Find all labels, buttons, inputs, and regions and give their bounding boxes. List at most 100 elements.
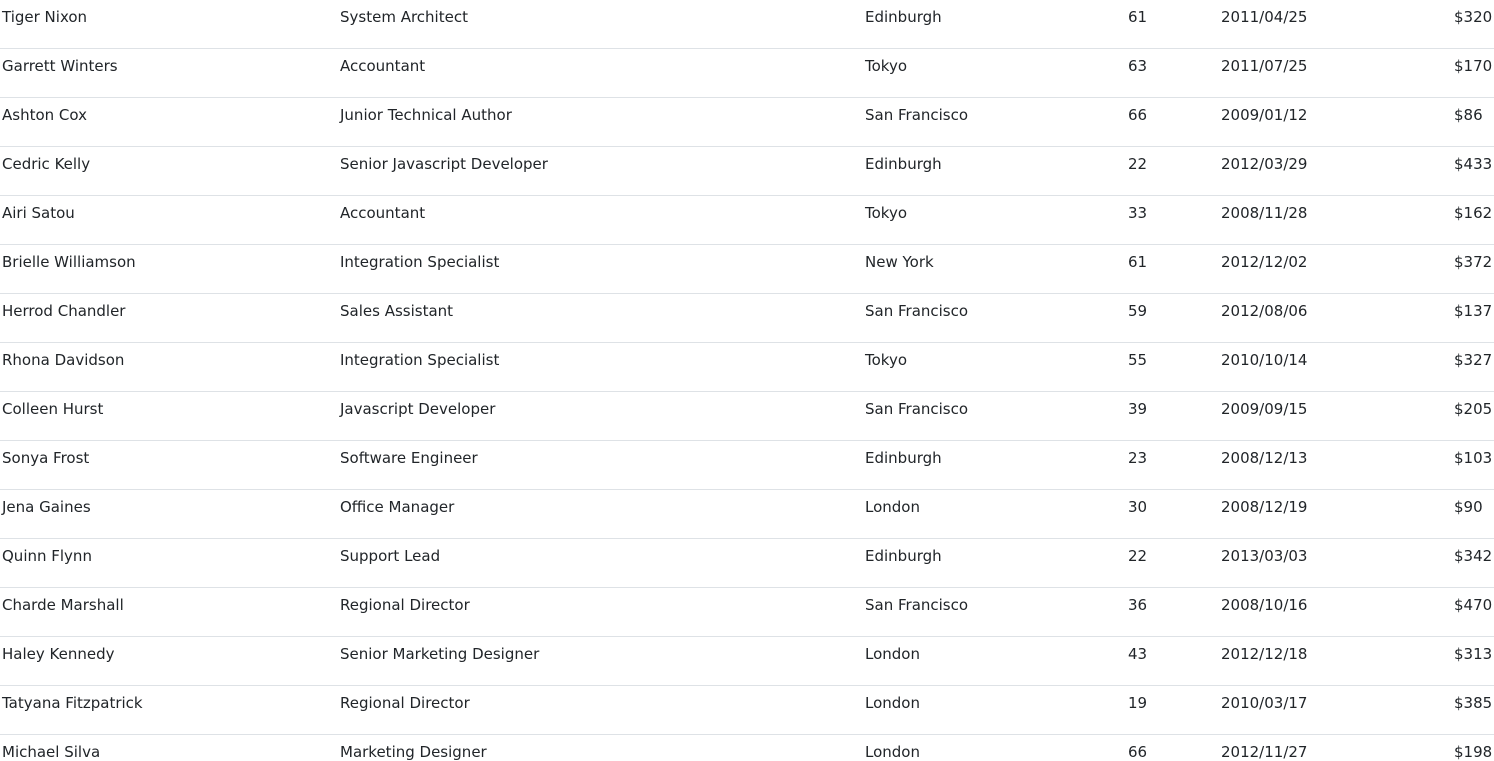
salary-cell: $198: [1454, 743, 1493, 761]
start-date-cell: 2012/03/29: [1221, 155, 1308, 173]
table-row: Tiger Nixon System Architect Edinburgh 6…: [0, 0, 1494, 49]
salary-cell: $433: [1454, 155, 1493, 173]
age-cell: 66: [1128, 743, 1148, 761]
age-cell: 66: [1128, 106, 1148, 124]
position-cell: Office Manager: [340, 498, 455, 516]
start-date-cell: 2010/10/14: [1221, 351, 1308, 369]
position-cell: Support Lead: [340, 547, 441, 565]
name-cell: Sonya Frost: [2, 449, 90, 467]
table-row: Cedric Kelly Senior Javascript Developer…: [0, 147, 1494, 196]
age-cell: 36: [1128, 596, 1148, 614]
name-cell: Brielle Williamson: [2, 253, 136, 271]
name-cell: Colleen Hurst: [2, 400, 104, 418]
table-row: Herrod Chandler Sales Assistant San Fran…: [0, 294, 1494, 343]
start-date-cell: 2011/07/25: [1221, 57, 1308, 75]
office-cell: London: [865, 645, 920, 663]
table-row: Charde Marshall Regional Director San Fr…: [0, 588, 1494, 637]
position-cell: Accountant: [340, 57, 426, 75]
name-cell: Jena Gaines: [2, 498, 91, 516]
age-cell: 22: [1128, 155, 1148, 173]
name-cell: Charde Marshall: [2, 596, 124, 614]
age-cell: 61: [1128, 8, 1148, 26]
table-row: Colleen Hurst Javascript Developer San F…: [0, 392, 1494, 441]
office-cell: Tokyo: [865, 351, 907, 369]
salary-cell: $205: [1454, 400, 1493, 418]
start-date-cell: 2008/12/13: [1221, 449, 1308, 467]
office-cell: Edinburgh: [865, 547, 942, 565]
name-cell: Ashton Cox: [2, 106, 87, 124]
name-cell: Tiger Nixon: [2, 8, 88, 26]
salary-cell: $385: [1454, 694, 1493, 712]
name-cell: Herrod Chandler: [2, 302, 126, 320]
name-cell: Quinn Flynn: [2, 547, 92, 565]
office-cell: Tokyo: [865, 57, 907, 75]
salary-cell: $137: [1454, 302, 1493, 320]
office-cell: San Francisco: [865, 400, 969, 418]
table-row: Haley Kennedy Senior Marketing Designer …: [0, 637, 1494, 686]
salary-cell: $162: [1454, 204, 1493, 222]
position-cell: Software Engineer: [340, 449, 478, 467]
name-cell: Haley Kennedy: [2, 645, 115, 663]
age-cell: 19: [1128, 694, 1148, 712]
office-cell: San Francisco: [865, 596, 969, 614]
start-date-cell: 2008/10/16: [1221, 596, 1308, 614]
salary-cell: $103: [1454, 449, 1493, 467]
table-row: Airi Satou Accountant Tokyo 33 2008/11/2…: [0, 196, 1494, 245]
salary-cell: $342: [1454, 547, 1493, 565]
age-cell: 43: [1128, 645, 1148, 663]
table-row: Rhona Davidson Integration Specialist To…: [0, 343, 1494, 392]
start-date-cell: 2009/01/12: [1221, 106, 1308, 124]
name-cell: Airi Satou: [2, 204, 75, 222]
age-cell: 63: [1128, 57, 1148, 75]
start-date-cell: 2013/03/03: [1221, 547, 1308, 565]
table-row: Brielle Williamson Integration Specialis…: [0, 245, 1494, 294]
age-cell: 22: [1128, 547, 1148, 565]
office-cell: Edinburgh: [865, 155, 942, 173]
start-date-cell: 2012/12/18: [1221, 645, 1308, 663]
table-row: Garrett Winters Accountant Tokyo 63 2011…: [0, 49, 1494, 98]
start-date-cell: 2012/12/02: [1221, 253, 1308, 271]
start-date-cell: 2011/04/25: [1221, 8, 1308, 26]
office-cell: London: [865, 743, 920, 761]
position-cell: Accountant: [340, 204, 426, 222]
salary-cell: $313: [1454, 645, 1493, 663]
office-cell: London: [865, 498, 920, 516]
table-row: Quinn Flynn Support Lead Edinburgh 22 20…: [0, 539, 1494, 588]
office-cell: New York: [865, 253, 934, 271]
position-cell: Sales Assistant: [340, 302, 454, 320]
salary-cell: $170: [1454, 57, 1493, 75]
age-cell: 61: [1128, 253, 1148, 271]
office-cell: San Francisco: [865, 302, 969, 320]
start-date-cell: 2012/08/06: [1221, 302, 1308, 320]
table-row: Tatyana Fitzpatrick Regional Director Lo…: [0, 686, 1494, 735]
name-cell: Michael Silva: [2, 743, 101, 761]
salary-cell: $90: [1454, 498, 1483, 516]
position-cell: Regional Director: [340, 694, 470, 712]
age-cell: 55: [1128, 351, 1148, 369]
position-cell: Regional Director: [340, 596, 470, 614]
position-cell: Senior Javascript Developer: [340, 155, 548, 173]
office-cell: Tokyo: [865, 204, 907, 222]
position-cell: Integration Specialist: [340, 253, 500, 271]
age-cell: 39: [1128, 400, 1148, 418]
start-date-cell: 2008/11/28: [1221, 204, 1308, 222]
table-row: Sonya Frost Software Engineer Edinburgh …: [0, 441, 1494, 490]
employee-table: Tiger Nixon System Architect Edinburgh 6…: [0, 0, 1494, 761]
start-date-cell: 2012/11/27: [1221, 743, 1308, 761]
position-cell: Javascript Developer: [340, 400, 496, 418]
salary-cell: $320: [1454, 8, 1493, 26]
position-cell: System Architect: [340, 8, 468, 26]
office-cell: San Francisco: [865, 106, 969, 124]
salary-cell: $372: [1454, 253, 1493, 271]
table-row: Jena Gaines Office Manager London 30 200…: [0, 490, 1494, 539]
age-cell: 33: [1128, 204, 1148, 222]
name-cell: Tatyana Fitzpatrick: [2, 694, 143, 712]
office-cell: Edinburgh: [865, 8, 942, 26]
name-cell: Garrett Winters: [2, 57, 118, 75]
office-cell: London: [865, 694, 920, 712]
position-cell: Marketing Designer: [340, 743, 487, 761]
office-cell: Edinburgh: [865, 449, 942, 467]
name-cell: Cedric Kelly: [2, 155, 91, 173]
position-cell: Senior Marketing Designer: [340, 645, 540, 663]
salary-cell: $327: [1454, 351, 1493, 369]
